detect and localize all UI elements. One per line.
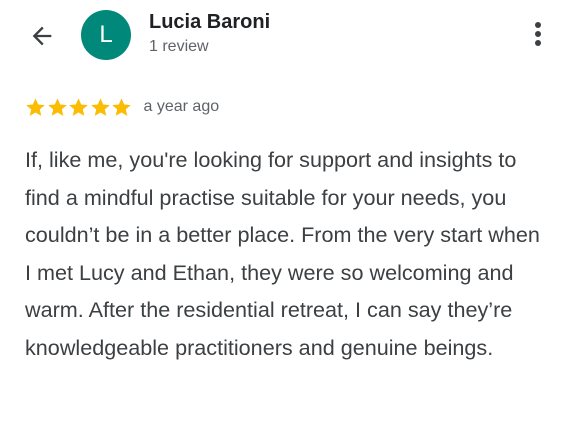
star-icon [26, 97, 45, 116]
star-icon [47, 97, 67, 116]
avatar[interactable]: L [81, 10, 131, 60]
review-text: If, like me, you're looking for support … [25, 147, 540, 360]
review-count: 1 review [149, 38, 209, 55]
star-icon [69, 97, 88, 116]
reviewer-name[interactable]: Lucia Baroni [149, 11, 270, 34]
star-rating [25, 97, 133, 118]
more-options-button[interactable] [524, 16, 552, 52]
back-button[interactable] [26, 20, 58, 52]
star-icon [112, 97, 131, 116]
review-screen: L Lucia Baroni 1 review a year ago If, l… [0, 0, 562, 448]
star-icon [90, 97, 110, 116]
arrow-left-icon [32, 26, 52, 46]
more-vert-icon [535, 22, 541, 46]
review-date: a year ago [143, 98, 220, 115]
rating-row: a year ago [25, 95, 219, 119]
avatar-initial: L [99, 21, 113, 48]
